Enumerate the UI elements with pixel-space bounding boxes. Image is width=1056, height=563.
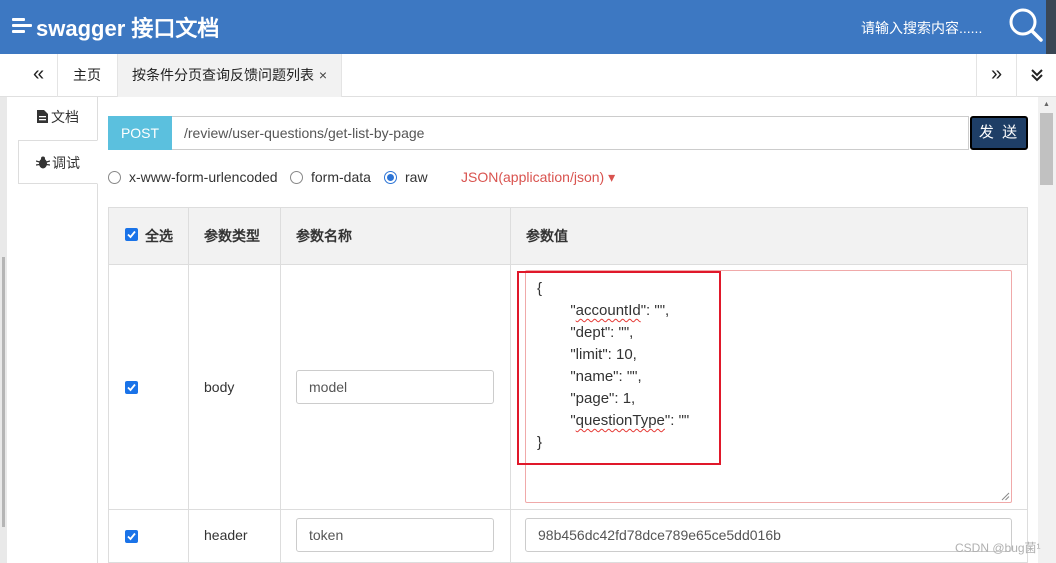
search-input[interactable]: 请输入搜索内容...... <box>861 18 982 38</box>
outer-sidebar-scrollbar[interactable] <box>0 97 7 563</box>
radio-form-data[interactable]: form-data <box>290 167 371 187</box>
tab-bar: « 主页 按条件分页查询反馈问题列表 × » <box>0 54 1056 97</box>
row-divider <box>109 509 1027 510</box>
sidebar-item-debug[interactable]: 调试 <box>18 140 98 184</box>
page-scrollbar[interactable]: ▲ <box>1038 97 1056 563</box>
sidebar-item-debug-label: 调试 <box>52 155 80 171</box>
caret-down-icon: ▾ <box>608 169 616 185</box>
app-title: swagger 接口文档 <box>36 16 220 41</box>
radio-x-www-form-urlencoded[interactable]: x-www-form-urlencoded <box>108 167 278 187</box>
window-scrollbar[interactable] <box>1046 0 1056 54</box>
row-checkbox-header[interactable] <box>125 530 138 543</box>
search-icon[interactable] <box>1008 7 1044 43</box>
menu-toggle-icon[interactable] <box>12 17 32 35</box>
radio-circle[interactable] <box>290 171 303 184</box>
param-name-input[interactable]: token <box>296 518 494 552</box>
watermark: CSDN @bug菌¹ <box>955 541 1041 555</box>
radio-raw[interactable]: raw <box>384 167 428 187</box>
row-checkbox-body[interactable] <box>125 381 138 394</box>
radio-label: raw <box>405 169 428 185</box>
params-table: 全选 参数类型 参数名称 参数值 body model { "accountId… <box>108 207 1028 563</box>
content-type-label: JSON(application/json) <box>461 169 605 185</box>
radio-label: form-data <box>311 169 371 185</box>
http-method-badge: POST <box>108 116 172 150</box>
tab-home[interactable]: 主页 <box>58 54 116 97</box>
header-param-value: 参数值 <box>526 228 568 244</box>
doc-debug-sidebar: 文档 调试 <box>18 97 98 563</box>
header-param-name: 参数名称 <box>296 228 352 244</box>
outer-scroll-thumb[interactable] <box>2 257 5 527</box>
chevron-down-icon <box>1030 69 1043 82</box>
tab-scroll-right-button[interactable]: » <box>976 54 1016 97</box>
sidebar-item-doc[interactable]: 文档 <box>18 97 98 137</box>
send-button[interactable]: 发 送 <box>970 116 1028 150</box>
request-url-field[interactable]: /review/user-questions/get-list-by-page <box>172 116 969 150</box>
document-icon <box>37 110 48 123</box>
header-param-type: 参数类型 <box>204 228 260 244</box>
row-param-type: body <box>204 379 235 395</box>
tab-active-label: 按条件分页查询反馈问题列表 <box>132 67 314 83</box>
row-param-type: header <box>204 527 248 543</box>
tab-scroll-left-button[interactable]: « <box>20 54 58 97</box>
sidebar-item-doc-label: 文档 <box>51 109 79 125</box>
param-value-input[interactable]: 98b456dc42fd78dce789e65ce5dd016b <box>525 518 1012 552</box>
param-name-input[interactable]: model <box>296 370 494 404</box>
bug-icon <box>35 156 51 169</box>
select-all-checkbox[interactable] <box>125 228 138 241</box>
scroll-thumb[interactable] <box>1040 113 1053 185</box>
resize-handle-icon[interactable] <box>1000 491 1010 501</box>
radio-circle[interactable] <box>108 171 121 184</box>
tab-close-icon[interactable]: × <box>316 54 330 97</box>
tab-active[interactable]: 按条件分页查询反馈问题列表 <box>117 54 342 97</box>
scroll-up-arrow-icon[interactable]: ▲ <box>1043 101 1050 108</box>
top-header: swagger 接口文档 请输入搜索内容...... <box>0 0 1056 54</box>
tab-menu-button[interactable] <box>1016 54 1056 97</box>
radio-circle-selected[interactable] <box>384 171 397 184</box>
radio-label: x-www-form-urlencoded <box>129 169 278 185</box>
highlight-annotation-box <box>517 271 721 465</box>
header-select-all: 全选 <box>145 228 173 244</box>
content-type-dropdown[interactable]: JSON(application/json) ▾ <box>461 167 615 187</box>
